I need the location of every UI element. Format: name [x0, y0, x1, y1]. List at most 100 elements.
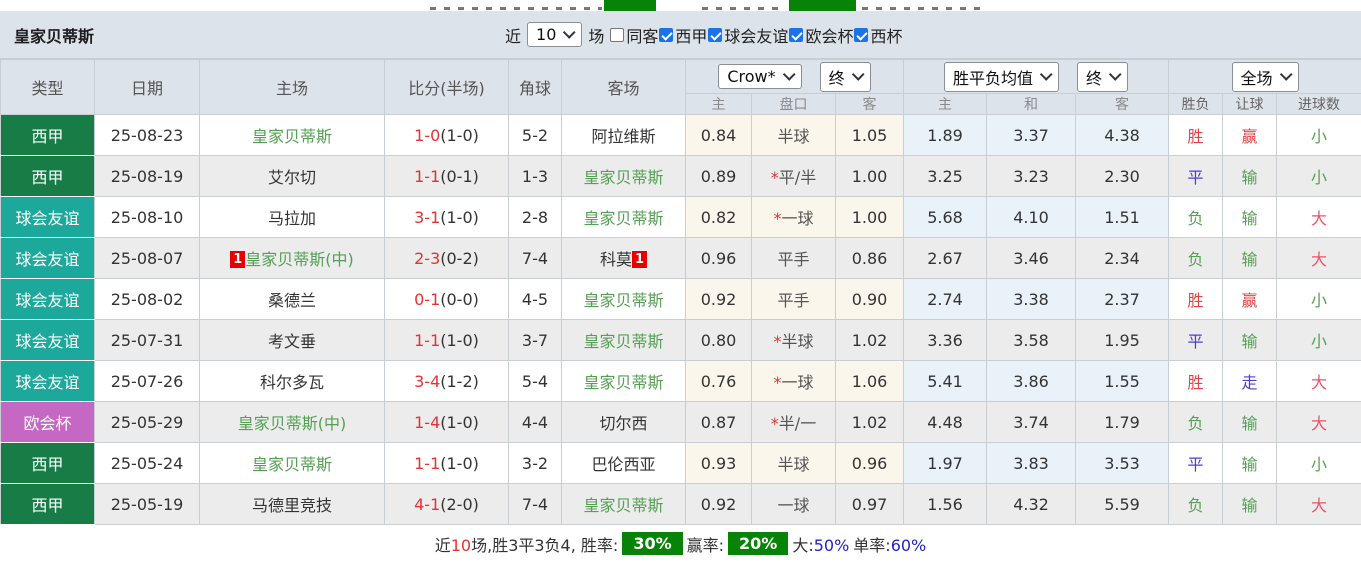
page-title: 皇家贝蒂斯	[0, 23, 94, 47]
filter-checkbox[interactable]	[610, 28, 624, 42]
col-header-date: 日期	[95, 60, 200, 115]
filter-item: 同客	[610, 23, 658, 47]
team-name-link[interactable]: 皇家贝蒂斯	[583, 496, 663, 515]
goals-result-cell: 小	[1277, 115, 1361, 156]
filter-checkbox[interactable]	[659, 28, 673, 42]
sub-header-mean-win: 主	[904, 94, 987, 115]
team-name-link[interactable]: 马德里竞技	[252, 496, 332, 515]
handicap-line: 平手	[752, 238, 836, 279]
team-name-link[interactable]: 皇家贝蒂斯	[252, 455, 332, 474]
team-name-link[interactable]: 科尔多瓦	[260, 373, 324, 392]
team-name-link[interactable]: 皇家贝蒂斯(中)	[238, 414, 347, 433]
team-name-link[interactable]: 切尔西	[599, 414, 647, 433]
odds-source-select[interactable]: Crow*	[718, 64, 801, 89]
match-type-badge: 球会友谊	[1, 320, 95, 361]
filter-checkbox[interactable]	[789, 28, 803, 42]
away-odds: 1.02	[836, 402, 904, 443]
team-name-link[interactable]: 皇家贝蒂斯	[583, 168, 663, 187]
sub-header-home-odds: 主	[686, 94, 752, 115]
games-label: 场	[588, 23, 604, 47]
team-name-link[interactable]: 科莫	[600, 250, 632, 269]
half-score: (0-2)	[440, 249, 479, 268]
team-name-link[interactable]: 阿拉维斯	[591, 127, 655, 146]
match-type-badge: 球会友谊	[1, 361, 95, 402]
clipped-rate-badge	[789, 0, 856, 11]
mean-win-odds: 1.97	[904, 443, 987, 484]
home-team-cell: 考文垂	[200, 320, 385, 361]
result-cell: 胜	[1169, 361, 1223, 402]
corner-score: 2-8	[509, 197, 562, 238]
home-team-cell: 皇家贝蒂斯(中)	[200, 402, 385, 443]
team-name-link[interactable]: 巴伦西亚	[591, 455, 655, 474]
corner-score: 4-4	[509, 402, 562, 443]
mean-lose-odds: 1.51	[1076, 197, 1169, 238]
handicap-result-cell: 输	[1223, 238, 1277, 279]
mean-win-odds: 1.89	[904, 115, 987, 156]
filter-label: 西甲	[675, 23, 707, 47]
team-name-link[interactable]: 皇家贝蒂斯(中)	[245, 250, 354, 269]
full-score: 3-4	[414, 372, 440, 391]
team-name-link[interactable]: 马拉加	[268, 209, 316, 228]
handicap-text: 一球	[781, 209, 813, 228]
home-team-cell: 艾尔切	[200, 156, 385, 197]
match-history-table: 类型 日期 主场 比分(半场) 角球 客场 Crow* 终 胜平负均值 终 全场	[0, 59, 1361, 525]
handicap-rate-badge: 20%	[728, 532, 788, 555]
home-team-cell: 皇家贝蒂斯	[200, 443, 385, 484]
team-name-link[interactable]: 皇家贝蒂斯	[583, 373, 663, 392]
league-filters: 同客西甲球会友谊欧会杯西杯	[610, 23, 902, 47]
team-name-link[interactable]: 艾尔切	[268, 168, 316, 187]
team-name-link[interactable]: 皇家贝蒂斯	[583, 291, 663, 310]
mean-draw-odds: 3.38	[987, 279, 1076, 320]
summary-prefix: 近10场,胜3平3负4, 胜率:	[435, 532, 619, 556]
big-rate: 大:50%	[792, 532, 849, 556]
table-row: 球会友谊25-08-071皇家贝蒂斯(中)2-3(0-2)7-4科莫10.96平…	[1, 238, 1361, 279]
scope-select-group: 全场	[1169, 60, 1361, 94]
odds-state-select[interactable]: 终	[820, 62, 871, 92]
team-name-link[interactable]: 皇家贝蒂斯	[583, 209, 663, 228]
mean-state-select[interactable]: 终	[1077, 62, 1128, 92]
away-team-cell: 阿拉维斯	[562, 115, 686, 156]
handicap-result-cell: 输	[1223, 484, 1277, 525]
sub-header-handicap-result: 让球	[1223, 94, 1277, 115]
sub-header-handicap: 盘口	[752, 94, 836, 115]
half-score: (1-0)	[440, 208, 479, 227]
filter-item: 球会友谊	[708, 23, 788, 47]
mean-lose-odds: 5.59	[1076, 484, 1169, 525]
result-cell: 胜	[1169, 115, 1223, 156]
match-date: 25-08-19	[95, 156, 200, 197]
handicap-line: 半球	[752, 443, 836, 484]
half-score: (1-0)	[440, 454, 479, 473]
away-odds: 0.97	[836, 484, 904, 525]
scope-select[interactable]: 全场	[1232, 62, 1299, 92]
handicap-result-cell: 赢	[1223, 279, 1277, 320]
result-cell: 负	[1169, 484, 1223, 525]
mean-win-odds: 5.41	[904, 361, 987, 402]
team-name-link[interactable]: 桑德兰	[268, 291, 316, 310]
red-card-badge: 1	[632, 251, 647, 268]
home-odds: 0.96	[686, 238, 752, 279]
corner-score: 1-3	[509, 156, 562, 197]
home-team-cell: 马德里竞技	[200, 484, 385, 525]
team-name-link[interactable]: 考文垂	[268, 332, 316, 351]
mean-win-odds: 2.67	[904, 238, 987, 279]
handicap-text: 平/半	[779, 168, 816, 187]
filter-checkbox[interactable]	[854, 28, 868, 42]
home-team-cell: 桑德兰	[200, 279, 385, 320]
handicap-text: 半球	[781, 332, 813, 351]
odds-select-group: Crow* 终	[686, 60, 904, 94]
match-date: 25-07-26	[95, 361, 200, 402]
filter-checkbox[interactable]	[708, 28, 722, 42]
full-score: 2-3	[414, 249, 440, 268]
handicap-line: *平/半	[752, 156, 836, 197]
mean-lose-odds: 1.79	[1076, 402, 1169, 443]
mean-win-odds: 4.48	[904, 402, 987, 443]
handicap-text: 平手	[777, 291, 809, 310]
team-name-link[interactable]: 皇家贝蒂斯	[583, 332, 663, 351]
mean-type-select[interactable]: 胜平负均值	[944, 62, 1059, 92]
match-type-badge: 球会友谊	[1, 238, 95, 279]
team-name-link[interactable]: 皇家贝蒂斯	[252, 127, 332, 146]
score-cell: 0-1(0-0)	[385, 279, 509, 320]
red-card-badge: 1	[230, 251, 245, 268]
home-team-cell: 皇家贝蒂斯	[200, 115, 385, 156]
recent-count-select[interactable]: 10	[527, 22, 582, 47]
